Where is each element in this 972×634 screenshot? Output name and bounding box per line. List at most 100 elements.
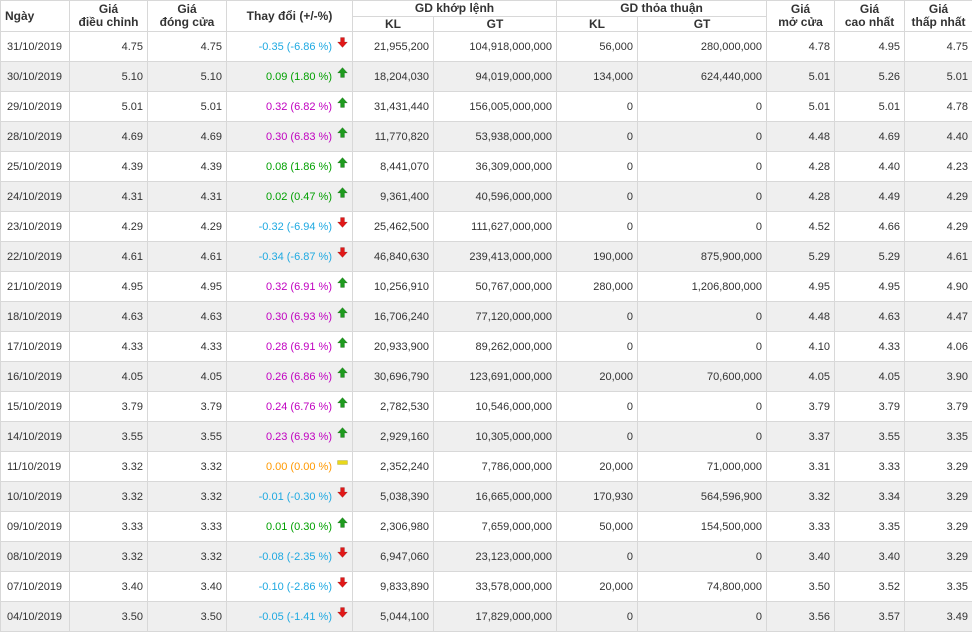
header-adjusted-price[interactable]: Giá điều chỉnh <box>69 0 148 32</box>
header-negotiated-value[interactable]: GT <box>637 16 768 32</box>
cell-date: 28/10/2019 <box>0 121 70 152</box>
cell-date: 18/10/2019 <box>0 301 70 332</box>
cell-change: 0.24 (6.76 %) <box>226 391 353 422</box>
cell-negotiated-value: 0 <box>637 301 768 332</box>
header-matched-volume[interactable]: KL <box>352 16 434 32</box>
cell-matched-volume: 2,782,530 <box>352 391 434 422</box>
cell-close-price: 5.01 <box>147 91 227 122</box>
change-value: 0.32 (6.91 %) <box>265 280 332 293</box>
cell-adjusted-price: 3.50 <box>69 601 148 632</box>
cell-matched-value: 17,829,000,000 <box>432 601 558 632</box>
arrow-up-icon <box>337 307 348 318</box>
cell-matched-volume: 16,706,240 <box>352 301 434 332</box>
cell-low-price: 3.29 <box>904 451 972 482</box>
cell-change: 0.09 (1.80 %) <box>226 61 353 92</box>
table-row: 07/10/2019 3.40 3.40 -0.10 (-2.86 %) 9,833,8… <box>0 571 972 602</box>
cell-matched-volume: 2,352,240 <box>352 451 434 482</box>
cell-high-price: 3.55 <box>834 421 906 452</box>
cell-negotiated-volume: 0 <box>556 601 639 632</box>
cell-open-price: 3.32 <box>766 481 836 512</box>
cell-negotiated-value: 0 <box>637 91 768 122</box>
cell-adjusted-price: 4.63 <box>69 301 148 332</box>
cell-open-price: 4.95 <box>766 271 836 302</box>
header-low-price[interactable]: Giá thấp nhất <box>904 0 972 32</box>
cell-matched-value: 111,627,000,000 <box>432 211 558 242</box>
cell-matched-volume: 20,933,900 <box>352 331 434 362</box>
cell-close-price: 4.29 <box>147 211 227 242</box>
arrow-up-icon <box>337 67 348 78</box>
cell-high-price: 3.40 <box>834 541 906 572</box>
cell-matched-volume: 46,840,630 <box>352 241 434 272</box>
table-row: 28/10/2019 4.69 4.69 0.30 (6.83 %) 11,770,82… <box>0 121 972 152</box>
cell-high-price: 3.52 <box>834 571 906 602</box>
cell-negotiated-volume: 0 <box>556 391 639 422</box>
arrow-up-icon <box>337 157 348 168</box>
cell-low-price: 4.29 <box>904 181 972 212</box>
cell-adjusted-price: 4.33 <box>69 331 148 362</box>
cell-high-price: 4.69 <box>834 121 906 152</box>
cell-high-price: 4.63 <box>834 301 906 332</box>
header-close-price[interactable]: Giá đóng cửa <box>147 0 227 32</box>
arrow-up-icon <box>337 97 348 108</box>
cell-open-price: 3.31 <box>766 451 836 482</box>
cell-adjusted-price: 4.61 <box>69 241 148 272</box>
cell-open-price: 4.05 <box>766 361 836 392</box>
cell-change: -0.05 (-1.41 %) <box>226 601 353 632</box>
cell-open-price: 5.01 <box>766 91 836 122</box>
cell-change: -0.35 (-6.86 %) <box>226 31 353 62</box>
cell-negotiated-value: 624,440,000 <box>637 61 768 92</box>
cell-negotiated-volume: 0 <box>556 121 639 152</box>
change-value: 0.00 (0.00 %) <box>265 460 332 473</box>
arrow-down-icon <box>337 577 348 588</box>
cell-date: 17/10/2019 <box>0 331 70 362</box>
cell-change: -0.08 (-2.35 %) <box>226 541 353 572</box>
change-value: 0.28 (6.91 %) <box>265 340 332 353</box>
cell-negotiated-volume: 0 <box>556 151 639 182</box>
cell-matched-value: 53,938,000,000 <box>432 121 558 152</box>
cell-negotiated-volume: 20,000 <box>556 571 639 602</box>
cell-matched-value: 50,767,000,000 <box>432 271 558 302</box>
cell-matched-value: 16,665,000,000 <box>432 481 558 512</box>
cell-matched-value: 7,659,000,000 <box>432 511 558 542</box>
cell-open-price: 3.33 <box>766 511 836 542</box>
cell-negotiated-volume: 280,000 <box>556 271 639 302</box>
change-value: 0.24 (6.76 %) <box>265 400 332 413</box>
header-date[interactable]: Ngày <box>0 0 70 32</box>
cell-matched-value: 156,005,000,000 <box>432 91 558 122</box>
cell-negotiated-value: 875,900,000 <box>637 241 768 272</box>
cell-change: 0.02 (0.47 %) <box>226 181 353 212</box>
arrow-down-icon <box>337 37 348 48</box>
cell-change: 0.32 (6.82 %) <box>226 91 353 122</box>
header-high-price[interactable]: Giá cao nhất <box>834 0 906 32</box>
cell-high-price: 4.40 <box>834 151 906 182</box>
table-row: 14/10/2019 3.55 3.55 0.23 (6.93 %) 2,929,160… <box>0 421 972 452</box>
cell-adjusted-price: 3.79 <box>69 391 148 422</box>
cell-negotiated-value: 71,000,000 <box>637 451 768 482</box>
table-row: 29/10/2019 5.01 5.01 0.32 (6.82 %) 31,431,44… <box>0 91 972 122</box>
cell-close-price: 4.61 <box>147 241 227 272</box>
cell-matched-value: 239,413,000,000 <box>432 241 558 272</box>
table-row: 15/10/2019 3.79 3.79 0.24 (6.76 %) 2,782,530… <box>0 391 972 422</box>
cell-change: 0.30 (6.83 %) <box>226 121 353 152</box>
cell-change: -0.10 (-2.86 %) <box>226 571 353 602</box>
header-open-price[interactable]: Giá mở cửa <box>766 0 836 32</box>
cell-open-price: 3.40 <box>766 541 836 572</box>
cell-date: 14/10/2019 <box>0 421 70 452</box>
table-row: 04/10/2019 3.50 3.50 -0.05 (-1.41 %) 5,044,1… <box>0 601 972 632</box>
header-change[interactable]: Thay đổi (+/-%) <box>226 0 353 32</box>
cell-high-price: 3.33 <box>834 451 906 482</box>
table-row: 08/10/2019 3.32 3.32 -0.08 (-2.35 %) 6,947,0… <box>0 541 972 572</box>
table-row: 30/10/2019 5.10 5.10 0.09 (1.80 %) 18,204,03… <box>0 61 972 92</box>
arrow-down-icon <box>337 547 348 558</box>
change-value: 0.09 (1.80 %) <box>265 70 332 83</box>
cell-adjusted-price: 3.33 <box>69 511 148 542</box>
header-matched-value[interactable]: GT <box>432 16 558 32</box>
header-negotiated-volume[interactable]: KL <box>556 16 639 32</box>
arrow-down-icon <box>337 247 348 258</box>
cell-open-price: 5.29 <box>766 241 836 272</box>
cell-high-price: 5.01 <box>834 91 906 122</box>
change-value: -0.10 (-2.86 %) <box>258 580 332 593</box>
arrow-up-icon <box>337 337 348 348</box>
cell-close-price: 3.50 <box>147 601 227 632</box>
cell-adjusted-price: 4.05 <box>69 361 148 392</box>
